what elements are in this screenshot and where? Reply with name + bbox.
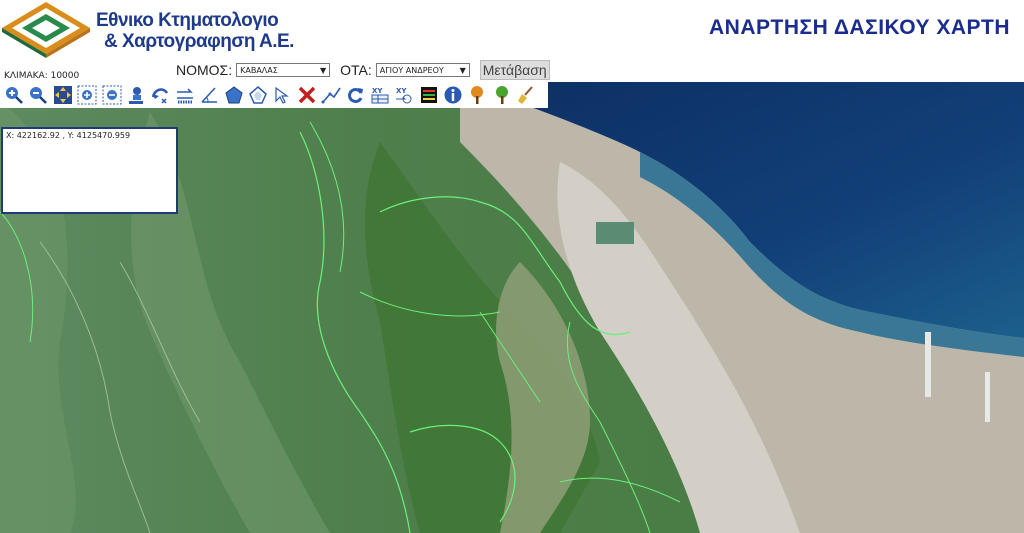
- svg-text:XY: XY: [396, 87, 407, 95]
- svg-text:XY: XY: [372, 87, 383, 95]
- draw-polygon-icon[interactable]: [223, 84, 245, 106]
- ota-label: ΟΤΑ:: [340, 62, 372, 78]
- header: Εθνικο Κτηματολογιο & Χαρτογραφηση Α.Ε. …: [0, 0, 1024, 82]
- broom-icon[interactable]: [515, 84, 537, 106]
- chevron-down-icon: ▼: [319, 66, 327, 75]
- zoom-box-in-icon[interactable]: [76, 84, 98, 106]
- org-name-line1: Εθνικο Κτηματολογιο: [96, 10, 279, 31]
- logo: [2, 2, 90, 58]
- previous-extent-icon[interactable]: [125, 84, 147, 106]
- page-title: ΑΝΑΡΤΗΣΗ ΔΑΣΙΚΟΥ ΧΑΡΤΗ: [709, 16, 1010, 39]
- ota-selected-value: ΑΓΙΟΥ ΑΝΔΡΕΟΥ: [379, 66, 444, 75]
- info-icon[interactable]: [442, 84, 464, 106]
- nomos-select[interactable]: ΚΑΒΑΛΑΣ ▼: [236, 63, 331, 77]
- nomos-label: ΝΟΜΟΣ:: [176, 62, 233, 78]
- measure-distance-icon[interactable]: [174, 84, 196, 106]
- nomos-selected-value: ΚΑΒΑΛΑΣ: [240, 66, 278, 75]
- map-toolbar: XY XY: [0, 82, 548, 108]
- coordinates-panel: X: 422162.92 , Y: 4125470.959: [1, 127, 178, 214]
- chevron-down-icon: ▼: [459, 66, 466, 75]
- next-extent-icon[interactable]: [149, 84, 171, 106]
- xy-goto-icon[interactable]: XY: [393, 84, 415, 106]
- region-selectors: ΝΟΜΟΣ: ΚΑΒΑΛΑΣ ▼ ΟΤΑ: ΑΓΙΟΥ ΑΝΔΡΕΟΥ ▼ Με…: [176, 60, 550, 80]
- select-pointer-icon[interactable]: [271, 84, 293, 106]
- draw-line-icon[interactable]: [320, 84, 342, 106]
- zoom-box-out-icon[interactable]: [101, 84, 123, 106]
- go-button[interactable]: Μετάβαση: [479, 60, 550, 80]
- layers-icon[interactable]: [418, 84, 440, 106]
- org-name-line2: & Χαρτογραφηση Α.Ε.: [104, 31, 294, 52]
- tree-orange-icon[interactable]: [466, 84, 488, 106]
- zoom-in-icon[interactable]: [3, 84, 25, 106]
- tree-green-icon[interactable]: [491, 84, 513, 106]
- refresh-icon[interactable]: [344, 84, 366, 106]
- scale-label: ΚΛΙΜΑΚΑ: 10000: [4, 71, 80, 81]
- measure-angle-icon[interactable]: [198, 84, 220, 106]
- coordinates-readout: X: 422162.92 , Y: 4125470.959: [6, 131, 131, 140]
- ota-select[interactable]: ΑΓΙΟΥ ΑΝΔΡΕΟΥ ▼: [375, 63, 470, 77]
- clear-icon[interactable]: [296, 84, 318, 106]
- draw-star-icon[interactable]: [247, 84, 269, 106]
- zoom-out-icon[interactable]: [27, 84, 49, 106]
- pan-icon[interactable]: [52, 84, 74, 106]
- xy-table-icon[interactable]: XY: [369, 84, 391, 106]
